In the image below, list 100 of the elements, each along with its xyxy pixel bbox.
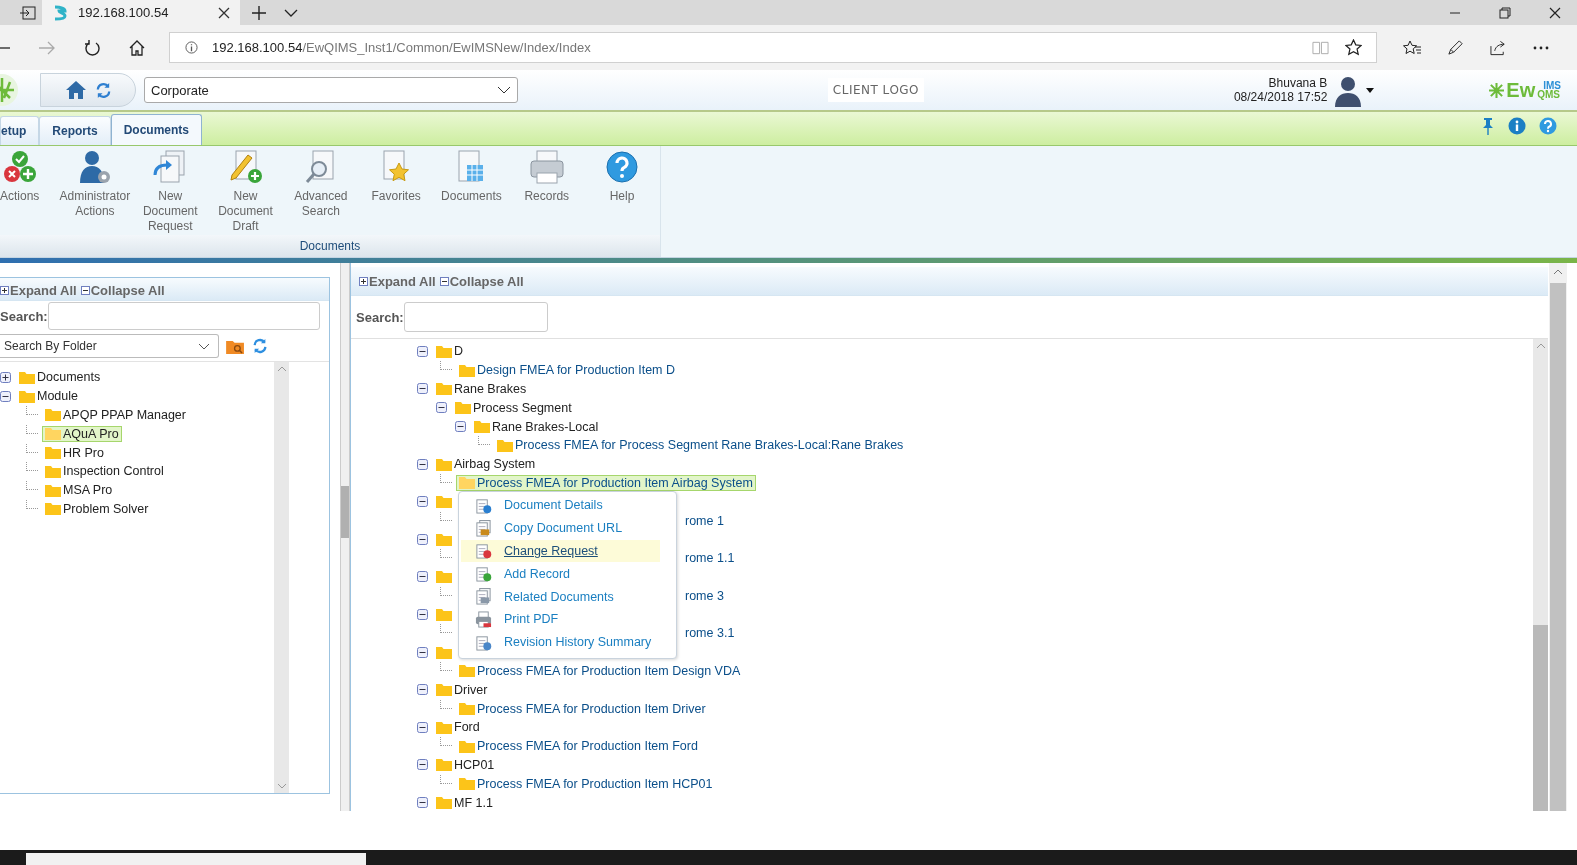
scrollbar[interactable] — [274, 362, 289, 793]
folder-search-icon[interactable] — [226, 338, 245, 354]
expand-all-link[interactable]: Expand All — [0, 283, 77, 300]
ribbon-button[interactable]: Administrator Actions — [57, 149, 133, 235]
menu-item[interactable]: Related Documents — [461, 585, 660, 608]
search-field[interactable] — [403, 302, 548, 332]
collapse-all-link[interactable]: Collapse All — [80, 283, 165, 300]
collapse-toggle-icon[interactable] — [417, 383, 428, 395]
help-icon[interactable] — [1539, 116, 1557, 135]
tree-item[interactable]: MF 1.1 — [433, 794, 496, 811]
tree-item[interactable]: Process FMEA for Production Item Ford — [456, 738, 701, 755]
site-select[interactable]: Corporate — [144, 77, 518, 103]
folder-icon — [436, 758, 452, 772]
taskbar-search-field[interactable] — [26, 853, 366, 865]
tree-item[interactable]: Process FMEA for Production Item Driver — [456, 700, 709, 717]
collapse-all-link[interactable]: Collapse All — [439, 273, 524, 289]
folder-icon — [497, 438, 513, 452]
collapse-toggle-icon[interactable] — [417, 797, 428, 808]
collapse-toggle-icon[interactable] — [417, 646, 428, 658]
tree-item[interactable]: Module — [16, 388, 81, 405]
home-icon[interactable] — [129, 39, 145, 56]
pen-icon[interactable] — [1447, 39, 1464, 56]
info-icon[interactable] — [1508, 116, 1526, 135]
tree-item[interactable]: Process Segment — [452, 399, 575, 416]
chevron-down-icon[interactable] — [284, 8, 298, 17]
address-bar[interactable]: 192.168.100.54/EwQIMS_Inst1/Common/EwIMSNew/Index/Index — [169, 32, 1377, 63]
tree-item[interactable]: Documents — [16, 369, 104, 386]
menu-item[interactable]: Print PDF — [461, 608, 660, 631]
printer-icon — [475, 610, 492, 628]
menu-tab[interactable]: Documents — [110, 114, 203, 145]
chevron-up-icon — [276, 366, 287, 372]
restore-icon[interactable] — [1499, 6, 1511, 19]
browser-tab[interactable]: 192.168.100.54 — [42, 0, 240, 25]
new-tab-icon[interactable] — [252, 5, 266, 20]
scrollbar[interactable] — [1533, 339, 1548, 811]
ribbon-button[interactable]: Documents — [433, 149, 510, 235]
collapse-toggle-icon[interactable] — [417, 458, 428, 470]
menu-item[interactable]: Document Details — [461, 494, 660, 517]
collapse-toggle-icon[interactable] — [417, 609, 428, 621]
tree-item[interactable]: Process FMEA for Production Item HCP01 — [456, 775, 716, 792]
menu-item[interactable]: Revision History Summary — [461, 630, 660, 654]
menu-item[interactable]: Add Record — [461, 562, 660, 586]
folder-icon — [45, 427, 61, 441]
tree-item[interactable]: Process FMEA for Production Item Design VDA — [456, 662, 744, 679]
tree-item[interactable]: MSA Pro — [42, 482, 116, 499]
search-by-select[interactable]: Search By Folder — [0, 334, 219, 358]
refresh-icon[interactable] — [84, 39, 100, 56]
pin-icon[interactable] — [1481, 116, 1495, 135]
search-field[interactable] — [47, 302, 320, 330]
tree-item[interactable]: Driver — [433, 681, 491, 698]
tree-item[interactable]: Process FMEA for Production Item Airbag System — [456, 474, 756, 491]
collapse-toggle-icon[interactable] — [417, 533, 428, 545]
menu-item[interactable]: Change Request — [461, 539, 660, 563]
collapse-toggle-icon[interactable] — [417, 759, 428, 771]
asterisk-icon — [1489, 82, 1505, 98]
collapse-toggle-icon[interactable] — [436, 402, 447, 414]
tree-item[interactable]: Design FMEA for Production Item D — [456, 362, 678, 379]
tree-item[interactable]: Problem Solver — [42, 500, 152, 517]
collapse-toggle-icon[interactable] — [417, 721, 428, 733]
ribbon-button[interactable]: Favorites — [358, 149, 434, 235]
scrollbar[interactable] — [1549, 263, 1567, 811]
caret-icon[interactable] — [1366, 87, 1375, 93]
menu-tab[interactable]: Reports — [39, 116, 111, 145]
ribbon-button[interactable]: Help — [584, 149, 660, 235]
more-icon[interactable] — [1533, 45, 1549, 50]
tree-item[interactable]: Process FMEA for Process Segment Rane Brakes-Local:Rane Brakes — [494, 437, 907, 454]
tree-item[interactable]: APQP PPAP Manager — [42, 407, 189, 423]
expand-toggle-icon[interactable] — [0, 371, 11, 383]
ribbon-button[interactable]: Advanced Search — [283, 149, 359, 235]
tree-item[interactable]: Airbag System — [433, 456, 539, 473]
close-icon[interactable] — [1549, 6, 1561, 19]
tree-item[interactable]: AQuA Pro — [42, 425, 122, 442]
ribbon-button[interactable]: Records — [509, 149, 585, 235]
collapse-toggle-icon[interactable] — [0, 390, 11, 402]
ribbon-button[interactable]: New Document Draft — [207, 149, 284, 235]
folder-icon — [436, 683, 452, 697]
menu-item[interactable]: Copy Document URL — [461, 516, 660, 540]
tab-list-icon[interactable] — [20, 5, 36, 20]
ribbon-button[interactable]: Actions — [0, 149, 58, 235]
tree-item[interactable]: D — [433, 343, 467, 360]
tree-item[interactable]: HR Pro — [42, 444, 107, 461]
collapse-toggle-icon[interactable] — [417, 684, 428, 696]
folder-icon — [45, 408, 61, 422]
favorites-icon[interactable] — [1403, 39, 1421, 56]
menu-tab[interactable]: etup — [0, 116, 40, 145]
collapse-toggle-icon[interactable] — [417, 345, 428, 357]
tree-item[interactable]: Inspection Control — [42, 463, 167, 480]
share-icon[interactable] — [1490, 39, 1507, 56]
tree-item[interactable]: Rane Brakes-Local — [471, 418, 602, 435]
expand-all-link[interactable]: Expand All — [359, 273, 436, 289]
star-icon[interactable] — [1345, 39, 1362, 56]
tree-item[interactable]: HCP01 — [433, 756, 498, 773]
sunburst-logo-icon — [0, 72, 20, 108]
collapse-toggle-icon[interactable] — [417, 496, 428, 508]
ribbon-button[interactable]: New Document Request — [132, 149, 208, 235]
close-icon[interactable] — [218, 6, 230, 19]
tree-item[interactable]: Ford — [433, 719, 483, 736]
collapse-toggle-icon[interactable] — [417, 571, 428, 583]
collapse-toggle-icon[interactable] — [455, 421, 466, 433]
tree-item[interactable]: Rane Brakes — [433, 381, 530, 397]
